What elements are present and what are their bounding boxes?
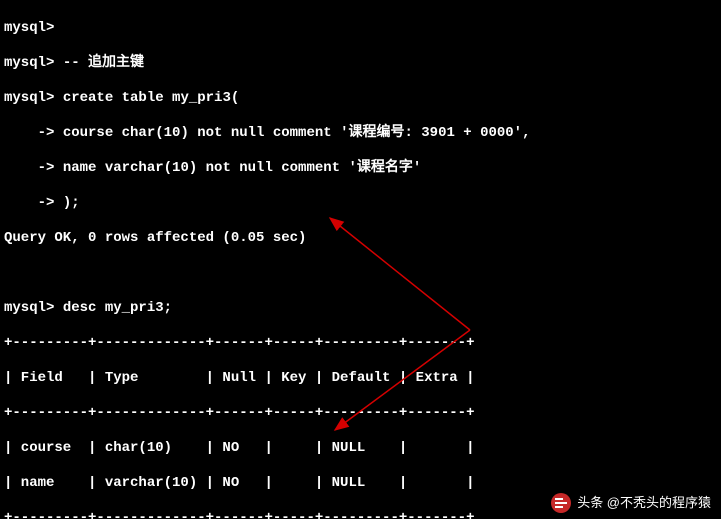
table-row: | course | char(10) | NO | | NULL | | [4, 440, 717, 458]
cmd-empty [54, 20, 62, 36]
table-row: | name | varchar(10) | NO | | NULL | | [4, 475, 717, 493]
cmd-desc-1: desc my_pri3; [54, 300, 172, 316]
cmd-create-4: ); [54, 195, 79, 211]
cmd-comment: -- 追加主键 [54, 55, 144, 71]
toutiao-logo-icon [551, 493, 571, 513]
cont-prompt[interactable]: -> [4, 160, 54, 176]
mysql-prompt[interactable]: mysql> [4, 20, 54, 36]
mysql-prompt[interactable]: mysql> [4, 300, 54, 316]
table-header: | Field | Type | Null | Key | Default | … [4, 370, 717, 388]
cmd-create-1: create table my_pri3( [54, 90, 239, 106]
mysql-prompt[interactable]: mysql> [4, 55, 54, 71]
cont-prompt[interactable]: -> [4, 125, 54, 141]
mysql-prompt[interactable]: mysql> [4, 90, 54, 106]
cmd-create-2: course char(10) not null comment '课程编号: … [54, 125, 530, 141]
cont-prompt[interactable]: -> [4, 195, 54, 211]
terminal-output: mysql> mysql> -- 追加主键 mysql> create tabl… [0, 0, 721, 519]
table-sep: +---------+-------------+------+-----+--… [4, 335, 717, 353]
result-query-ok-1: Query OK, 0 rows affected (0.05 sec) [4, 230, 717, 248]
cmd-create-3: name varchar(10) not null comment '课程名字' [54, 160, 421, 176]
watermark: 头条 @不秃头的程序猿 [551, 493, 711, 513]
watermark-text: 头条 @不秃头的程序猿 [577, 495, 711, 511]
table-sep: +---------+-------------+------+-----+--… [4, 405, 717, 423]
